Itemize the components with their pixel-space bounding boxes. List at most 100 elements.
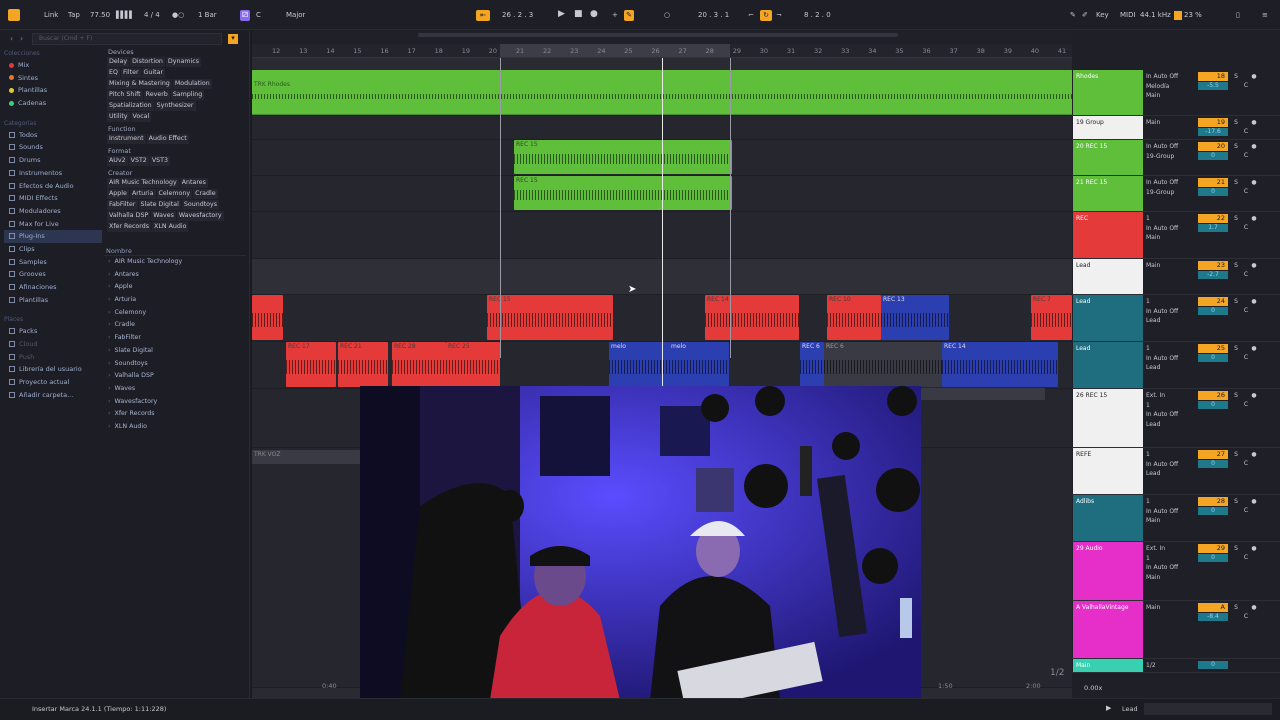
filter-tag[interactable]: Arturia: [129, 189, 156, 199]
pan-control[interactable]: C: [1242, 460, 1250, 468]
quantize-menu[interactable]: 1 Bar: [198, 10, 217, 21]
arm-icon[interactable]: ●: [1250, 497, 1258, 506]
plugin-folder-item[interactable]: AIR Music Technology: [104, 256, 246, 269]
browser-menu-icon[interactable]: ▾: [228, 34, 238, 44]
collection-item[interactable]: Plantillas: [4, 84, 102, 97]
track-activator[interactable]: 24: [1198, 297, 1228, 306]
io-line[interactable]: 1: [1146, 497, 1190, 507]
stop-icon[interactable]: ■: [574, 9, 583, 20]
volume-field[interactable]: 0: [1198, 188, 1228, 196]
io-line[interactable]: 1: [1146, 297, 1190, 307]
beat-time-ruler[interactable]: 12 13 14 15 16 17 18 19 20 21 22 23 24 25 26 27 28 29 30 31…: [252, 44, 1072, 58]
io-line[interactable]: Lead: [1146, 363, 1190, 373]
filter-tag[interactable]: FabFilter: [107, 200, 138, 210]
io-line[interactable]: Lead: [1146, 420, 1190, 430]
arm-icon[interactable]: ●: [1250, 297, 1258, 306]
track-io[interactable]: In Auto Off Melodía Main: [1146, 72, 1190, 101]
category-item[interactable]: Afinaciones: [4, 281, 102, 294]
track-header[interactable]: REFE 1 In Auto Off Lead 27 S ● C 0: [1072, 448, 1280, 495]
solo-button[interactable]: S: [1232, 214, 1240, 223]
track-activator[interactable]: 23: [1198, 261, 1228, 270]
solo-button[interactable]: S: [1232, 72, 1240, 81]
track-activator[interactable]: 18: [1198, 72, 1228, 81]
clip-rec14[interactable]: REC 14: [705, 295, 799, 340]
track-header[interactable]: REC 1 In Auto Off Main 22 S ● C 1.7: [1072, 212, 1280, 259]
scale-icon[interactable]: ⚂: [240, 10, 251, 21]
filter-tag[interactable]: Waves: [151, 211, 176, 221]
collection-item[interactable]: Sintes: [4, 72, 102, 85]
clip-gray-strip[interactable]: [921, 388, 1045, 400]
browser-search-input[interactable]: Buscar (Cmd + F): [32, 33, 222, 45]
key-map-button[interactable]: Key: [1096, 10, 1109, 21]
arm-icon[interactable]: ●: [1250, 214, 1258, 223]
clip-rec10[interactable]: REC 10: [827, 295, 881, 340]
arm-icon[interactable]: ●: [1250, 142, 1258, 151]
clip-rec28[interactable]: REC 28: [392, 342, 446, 387]
io-line[interactable]: In Auto Off: [1146, 178, 1190, 188]
io-line[interactable]: In Auto Off: [1146, 354, 1190, 364]
track-activator[interactable]: 20: [1198, 142, 1228, 151]
filter-tag[interactable]: AUv2: [107, 156, 128, 166]
plugin-folder-item[interactable]: Valhalla DSP: [104, 370, 246, 383]
track-name[interactable]: REFE: [1073, 448, 1143, 494]
track-name[interactable]: 20 REC 15: [1073, 140, 1143, 175]
clip-rec15-a[interactable]: REC 15: [514, 140, 732, 174]
filter-tag[interactable]: AIR Music Technology: [107, 178, 179, 188]
filter-tag[interactable]: Delay: [107, 57, 130, 67]
overview-scroller[interactable]: [418, 33, 898, 37]
pan-control[interactable]: C: [1242, 354, 1250, 362]
category-item[interactable]: Moduladores: [4, 205, 102, 218]
arm-icon[interactable]: ●: [1250, 450, 1258, 459]
song-position-field[interactable]: 26 . 2 . 3: [502, 10, 533, 21]
filter-tag[interactable]: XLN Audio: [152, 222, 189, 232]
pan-control[interactable]: C: [1242, 82, 1250, 90]
io-line[interactable]: In Auto Off: [1146, 72, 1190, 82]
arm-icon[interactable]: ●: [1250, 178, 1258, 187]
track-name[interactable]: Main: [1073, 659, 1143, 672]
category-item[interactable]: MIDI Effects: [4, 192, 102, 205]
tempo-field[interactable]: 77.50: [90, 10, 110, 21]
io-line[interactable]: 19-Group: [1146, 188, 1190, 198]
volume-field[interactable]: 0: [1198, 507, 1228, 515]
filter-tag[interactable]: Sampling: [170, 90, 205, 100]
io-line[interactable]: Main: [1146, 516, 1190, 526]
loop-brace[interactable]: [500, 44, 730, 57]
filter-tag[interactable]: Apple: [107, 189, 129, 199]
track-activator[interactable]: 29: [1198, 544, 1228, 553]
category-item[interactable]: Grooves: [4, 268, 102, 281]
place-item[interactable]: Cloud: [4, 338, 102, 351]
track-io[interactable]: Main: [1146, 603, 1190, 613]
plugin-folder-item[interactable]: FabFilter: [104, 332, 246, 345]
filter-tag[interactable]: Filter: [120, 68, 141, 78]
track-io[interactable]: 1 In Auto Off Lead: [1146, 450, 1190, 479]
volume-field[interactable]: 0: [1198, 460, 1228, 468]
pan-control[interactable]: C: [1242, 507, 1250, 515]
place-item[interactable]: Añadir carpeta...: [4, 389, 102, 402]
io-line[interactable]: Lead: [1146, 316, 1190, 326]
scale-select[interactable]: Major: [286, 10, 305, 21]
track-io[interactable]: 1 In Auto Off Main: [1146, 214, 1190, 243]
category-item[interactable]: Todos: [4, 129, 102, 142]
clip-rec21[interactable]: REC 21: [338, 342, 388, 387]
clip-rec25[interactable]: REC 25: [446, 342, 500, 387]
filter-tag[interactable]: Celemony: [156, 189, 193, 199]
io-line[interactable]: In Auto Off: [1146, 224, 1190, 234]
plugin-folder-item[interactable]: Waves: [104, 383, 246, 396]
volume-field[interactable]: -17.6: [1198, 128, 1228, 136]
track-header[interactable]: 26 REC 15 Ext. In 1 In Auto Off Lead 26 S ● C 0: [1072, 389, 1280, 448]
filter-tag[interactable]: Guitar: [141, 68, 166, 78]
clip-melo-2[interactable]: melo: [669, 342, 729, 387]
category-item[interactable]: Efectos de Audio: [4, 180, 102, 193]
pan-control[interactable]: C: [1242, 554, 1250, 562]
filter-tag[interactable]: Cradle: [193, 189, 218, 199]
filter-tag[interactable]: VST2: [128, 156, 149, 166]
category-item[interactable]: Sounds: [4, 141, 102, 154]
filter-tag[interactable]: EQ: [107, 68, 120, 78]
filter-tag[interactable]: Dynamics: [165, 57, 201, 67]
track-name[interactable]: 26 REC 15: [1073, 389, 1143, 447]
plugin-folder-item[interactable]: Xfer Records: [104, 408, 246, 421]
io-line[interactable]: Main: [1146, 603, 1190, 613]
track-header[interactable]: Lead 1 In Auto Off Lead 25 S ● C 0: [1072, 342, 1280, 389]
io-line[interactable]: Main: [1146, 91, 1190, 101]
arm-icon[interactable]: ●: [1250, 544, 1258, 553]
